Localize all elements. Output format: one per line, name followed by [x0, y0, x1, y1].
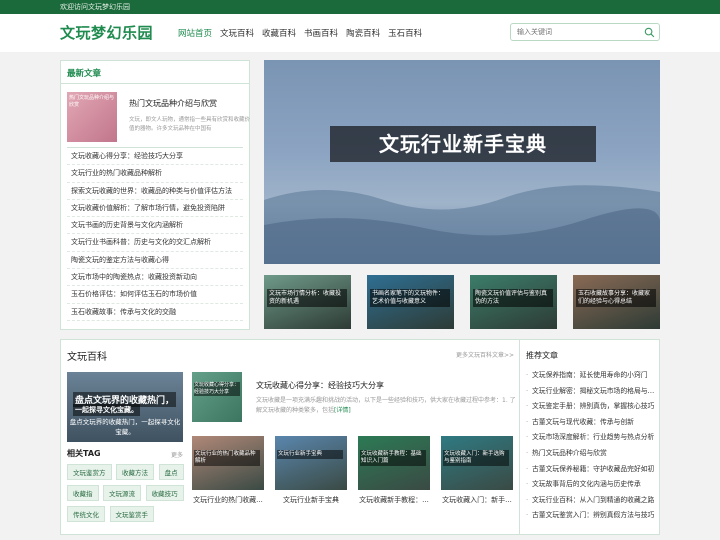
tag[interactable]: 传统文化 [67, 506, 105, 522]
featured-image[interactable]: 盘点文玩界的收藏热门， 一起探寻文化宝藏。 盘点文玩界的收藏热门，一起探寻文化宝… [67, 372, 183, 442]
nav-wenwan-baike[interactable]: 文玩百科 [220, 27, 254, 39]
list-item[interactable]: 文玩故事背后的文化内涵与历史传承 [526, 477, 656, 493]
list-item[interactable]: 文玩收藏价值解析：了解市场行情，避免投资陷阱 [67, 200, 243, 218]
article-card[interactable]: 文玩收藏新手教程：基础知识入门篇 文玩收藏新手教程：... [358, 436, 430, 505]
list-item[interactable]: 陶瓷文玩的鉴定方法与收藏心得 [67, 252, 243, 270]
list-item[interactable]: 探索文玩收藏的世界：收藏品的种类与价值评估方法 [67, 183, 243, 200]
list-item[interactable]: 文玩市场深度解析：行业趋势与热点分析 [526, 430, 656, 446]
list-item[interactable]: 古董文玩与现代收藏：传承与创新 [526, 415, 656, 431]
list-item[interactable]: 文玩行业百科：从入门到精通的收藏之路 [526, 493, 656, 509]
recommended-title: 推荐文章 [526, 351, 558, 360]
card-caption[interactable]: 文玩收藏新手教程：... [358, 495, 430, 505]
tag[interactable]: 收藏方法 [116, 464, 155, 480]
thumbnail-card[interactable]: 文玩市场行情分析：收藏投资的新机遇 [264, 275, 351, 329]
more-link[interactable]: 更多文玩百科文章>> [456, 350, 514, 359]
list-item[interactable]: 文玩行业的热门收藏品种解析 [67, 165, 243, 183]
search-box [510, 23, 660, 41]
tag-more-link[interactable]: 更多 [171, 450, 183, 459]
list-item[interactable]: 文玩市场中的陶瓷热点：收藏投资新动向 [67, 269, 243, 287]
card-image[interactable]: 文玩收藏新手教程：基础知识入门篇 [358, 436, 430, 490]
list-item[interactable]: 古董文玩鉴赏入门：辨别真假方法与技巧 [526, 508, 656, 524]
recommended-list: 文玩保养指南：延长使用寿命的小窍门 文玩行业解密：揭秘文玩市场的格局与趋势 文玩… [526, 368, 656, 524]
thumbnail-row: 文玩市场行情分析：收藏投资的新机遇 书画名家笔下的文玩物件：艺术价值与收藏意义 … [264, 275, 664, 329]
nav-home[interactable]: 网站首页 [178, 27, 212, 39]
list-item[interactable]: 文玩保养指南：延长使用寿命的小窍门 [526, 368, 656, 384]
article-thumbnail[interactable]: 文玩收藏心得分享：经验技巧大分享 [192, 372, 242, 422]
tag-cloud: 文玩鉴赏方 收藏方法 盘点 收藏指 文玩源流 收藏技巧 传统文化 文玩鉴赏手 [67, 464, 187, 527]
top-bar: 欢迎访问文玩梦幻乐园 [0, 0, 720, 14]
list-item[interactable]: 文玩行业书画科普：历史与文化的交汇点解析 [67, 234, 243, 252]
image-caption-line2: 一起探寻文化宝藏。 [73, 404, 140, 416]
article-desc: 文玩收藏是一项充满乐趣和挑战的活动，以下是一些经验和技巧，供大家在收藏过程中参考… [256, 396, 516, 416]
nav-jade-baike[interactable]: 玉石百科 [388, 27, 422, 39]
tag[interactable]: 文玩鉴赏手 [109, 506, 155, 522]
card-caption[interactable]: 文玩收藏入门：新手... [441, 495, 513, 505]
card-caption[interactable]: 文玩行业新手宝典 [275, 495, 347, 505]
list-item[interactable]: 文玩行业解密：揭秘文玩市场的格局与趋势 [526, 384, 656, 400]
list-item[interactable]: 文玩书画的历史背景与文化内涵解析 [67, 217, 243, 235]
hero-waves [264, 185, 660, 264]
card-image-label: 文玩行业的热门收藏品种解析 [194, 450, 260, 466]
nav-painting-baike[interactable]: 书画百科 [304, 27, 338, 39]
hero-banner[interactable]: 文玩行业新手宝典 [264, 60, 660, 264]
article-title[interactable]: 文玩收藏心得分享：经验技巧大分享 [256, 380, 384, 391]
card-caption[interactable]: 文玩行业的热门收藏... [192, 495, 264, 505]
card-image-label: 文玩收藏新手教程：基础知识入门篇 [360, 450, 426, 466]
thumbnail-card[interactable]: 玉石收藏故事分享：收藏家们的经验与心得总结 [573, 275, 660, 329]
welcome-text: 欢迎访问文玩梦幻乐园 [60, 3, 130, 11]
header: 文玩梦幻乐园 网站首页 文玩百科 收藏百科 书画百科 陶瓷百科 玉石百科 [0, 14, 720, 52]
tag[interactable]: 文玩鉴赏方 [67, 464, 112, 480]
card-image-label: 文玩收藏入门：新手选购与鉴别指南 [443, 450, 509, 466]
thumbnail-label: 陶瓷文玩价值评估与鉴别真伪的方法 [473, 289, 553, 307]
recommended-panel: 推荐文章 文玩保养指南：延长使用寿命的小窍门 文玩行业解密：揭秘文玩市场的格局与… [519, 339, 660, 535]
featured-article[interactable]: 热门文玩品种介绍与欣赏 热门文玩品种介绍与欣赏 文玩，即文人玩物，通常指一些具有… [67, 84, 250, 148]
latest-articles-panel: 最新文章 热门文玩品种介绍与欣赏 热门文玩品种介绍与欣赏 文玩，即文人玩物，通常… [60, 60, 250, 330]
nav-collection-baike[interactable]: 收藏百科 [262, 27, 296, 39]
article-thumbnail-label: 文玩收藏心得分享：经验技巧大分享 [194, 382, 240, 396]
thumbnail-label: 书画名家笔下的文玩物件：艺术价值与收藏意义 [370, 289, 450, 307]
featured-desc: 文玩，即文人玩物，通常指一些具有欣赏和收藏价值的器物。许多文玩品种在中国有 [129, 117, 251, 132]
main-nav: 网站首页 文玩百科 收藏百科 书画百科 陶瓷百科 玉石百科 [178, 27, 430, 39]
latest-list: 文玩收藏心得分享：经验技巧大分享 文玩行业的热门收藏品种解析 探索文玩收藏的世界… [67, 148, 243, 321]
card-image-label: 文玩行业新手宝典 [277, 450, 343, 459]
search-input[interactable] [511, 24, 639, 40]
featured-thumbnail[interactable]: 热门文玩品种介绍与欣赏 [67, 92, 117, 142]
latest-title: 最新文章 [61, 61, 249, 84]
wenwan-baike-panel: 文玩百科 更多文玩百科文章>> 盘点文玩界的收藏热门， 一起探寻文化宝藏。 盘点… [60, 339, 520, 535]
tag[interactable]: 盘点 [158, 464, 184, 480]
article-desc-text: 文玩收藏是一项充满乐趣和挑战的活动，以下是一些经验和技巧，供大家在收藏过程中参考… [256, 397, 516, 414]
nav-ceramics-baike[interactable]: 陶瓷百科 [346, 27, 380, 39]
card-image[interactable]: 文玩行业新手宝典 [275, 436, 347, 490]
list-item[interactable]: 文玩收藏心得分享：经验技巧大分享 [67, 148, 243, 166]
thumbnail-label: 文玩市场行情分析：收藏投资的新机遇 [267, 289, 347, 307]
thumbnail-card[interactable]: 陶瓷文玩价值评估与鉴别真伪的方法 [470, 275, 557, 329]
list-item[interactable]: 文玩鉴定手册：辨别真伪，掌握核心技巧 [526, 399, 656, 415]
search-icon[interactable] [644, 27, 655, 38]
details-link[interactable]: [详情] [334, 407, 351, 414]
tag-title: 相关TAG [67, 449, 101, 458]
article-card[interactable]: 文玩行业新手宝典 文玩行业新手宝典 [275, 436, 347, 505]
thumbnail-label: 玉石收藏故事分享：收藏家们的经验与心得总结 [576, 289, 656, 307]
list-item[interactable]: 玉石价格评估：如何评估玉石的市场价值 [67, 286, 243, 304]
site-logo[interactable]: 文玩梦幻乐园 [60, 22, 153, 43]
article-card[interactable]: 文玩行业的热门收藏品种解析 文玩行业的热门收藏... [192, 436, 264, 505]
article-card[interactable]: 文玩收藏入门：新手选购与鉴别指南 文玩收藏入门：新手... [441, 436, 513, 505]
tag[interactable]: 文玩源流 [103, 485, 142, 501]
list-item[interactable]: 古董文玩保养秘籍：守护收藏品完好如初 [526, 462, 656, 478]
tag[interactable]: 收藏指 [67, 485, 99, 501]
list-item[interactable]: 玉石收藏故事：传承与文化的交融 [67, 304, 243, 321]
card-image[interactable]: 文玩收藏入门：新手选购与鉴别指南 [441, 436, 513, 490]
hero-caption: 文玩行业新手宝典 [330, 126, 596, 162]
card-image[interactable]: 文玩行业的热门收藏品种解析 [192, 436, 264, 490]
image-caption-full: 盘点文玩界的收藏热门，一起探寻文化宝藏。 [69, 418, 181, 436]
section-title: 文玩百科 [67, 352, 107, 363]
featured-title[interactable]: 热门文玩品种介绍与欣赏 [129, 98, 249, 109]
tag[interactable]: 收藏技巧 [145, 485, 184, 501]
thumbnail-card[interactable]: 书画名家笔下的文玩物件：艺术价值与收藏意义 [367, 275, 454, 329]
list-item[interactable]: 热门文玩品种介绍与欣赏 [526, 446, 656, 462]
